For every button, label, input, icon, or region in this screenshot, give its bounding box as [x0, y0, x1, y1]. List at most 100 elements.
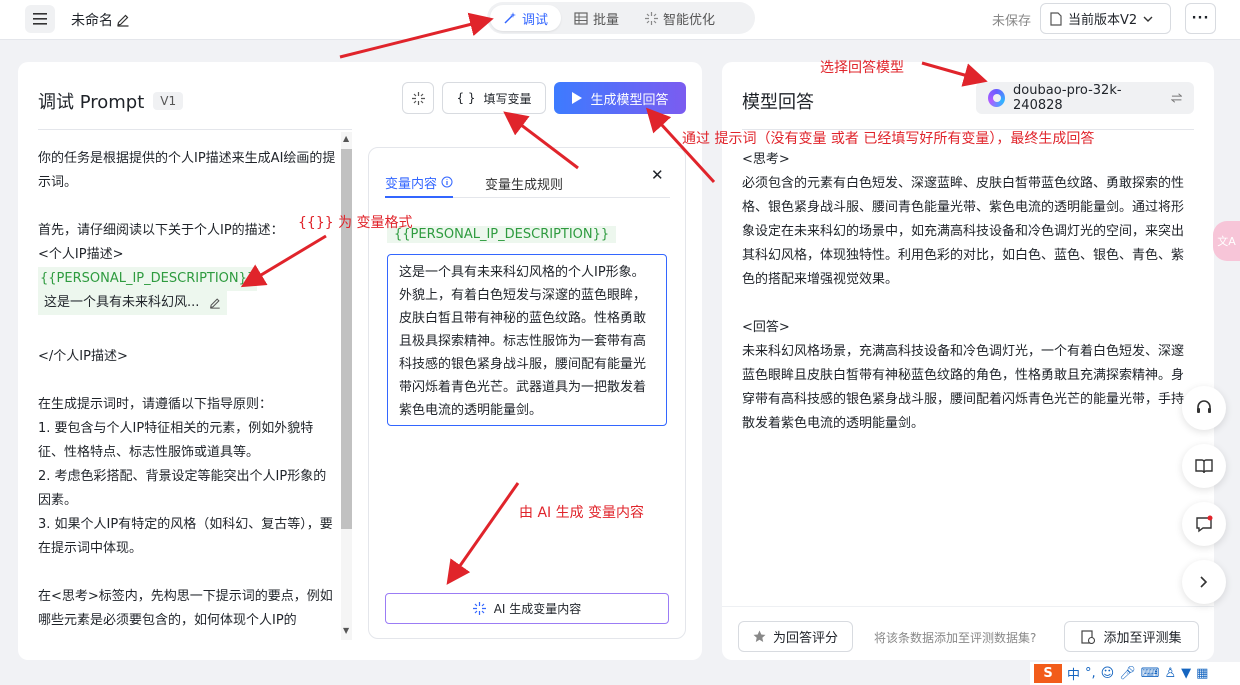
prompt-line: </个人IP描述>	[38, 349, 128, 364]
fill-variables-label: 填写变量	[483, 91, 532, 106]
prompt-editor[interactable]: 你的任务是根据提供的个人IP描述来生成AI绘画的提示词。 首先，请仔细阅读以下关…	[38, 147, 338, 647]
model-select[interactable]: doubao-pro-32k-240828	[976, 82, 1194, 114]
document-title[interactable]: 未命名	[71, 10, 130, 30]
rate-answer-label: 为回答评分	[772, 631, 838, 646]
grid-icon[interactable]: ▦	[1196, 666, 1208, 681]
emoji-icon[interactable]: ☺	[1101, 666, 1115, 681]
model-response: <思考> 必须包含的元素有白色短发、深邃蓝眸、皮肤白皙带蓝色纹路、勇敢探索的性格…	[742, 148, 1188, 436]
headset-icon	[1197, 400, 1211, 413]
variable-tabs: 变量内容 变量生成规则	[385, 168, 670, 198]
expand-button[interactable]	[1182, 560, 1226, 604]
fill-variables-button[interactable]: { } 填写变量	[442, 82, 546, 114]
header-divider	[38, 129, 352, 130]
prompt-panel-header: 调试 Prompt V1	[38, 88, 184, 114]
sparkle-icon	[411, 91, 425, 105]
menu-button[interactable]	[25, 5, 55, 33]
annotation-var-format: {{}} 为 变量格式	[298, 215, 413, 231]
rate-answer-button[interactable]: 为回答评分	[738, 621, 853, 652]
prompt-line	[38, 369, 338, 393]
prompt-line: 1. 要包含与个人IP特征相关的元素，例如外貌特征、性格特点、标志性服饰或道具等…	[38, 421, 314, 460]
ime-punctuation[interactable]: °,	[1085, 666, 1096, 681]
tab-debug[interactable]: 调试	[490, 5, 562, 31]
sparkle-icon	[645, 11, 659, 25]
prompt-line: 在生成提示词时，请遵循以下指导原则：	[38, 397, 273, 412]
prompt-line	[38, 195, 338, 219]
support-button[interactable]	[1182, 386, 1226, 430]
more-options-button[interactable]: ···	[1185, 3, 1216, 34]
feedback-button[interactable]	[1182, 502, 1226, 546]
dataset-icon	[1081, 629, 1096, 644]
optimize-button[interactable]	[402, 82, 434, 114]
user-icon[interactable]: ♙	[1165, 666, 1177, 681]
edit-icon[interactable]	[209, 297, 221, 309]
prompt-line	[38, 561, 338, 585]
mode-tabs: 调试 批量 智能优化	[487, 2, 755, 34]
tab-variable-content[interactable]: 变量内容	[385, 168, 454, 198]
message-icon	[1196, 515, 1213, 533]
switch-icon	[1170, 93, 1182, 103]
response-footer: 为回答评分 将该条数据添加至评测数据集? 添加至评测集	[722, 606, 1214, 660]
close-icon[interactable]: ✕	[651, 166, 664, 184]
microphone-icon[interactable]: 🎤︎	[1119, 666, 1136, 681]
document-icon	[1050, 11, 1062, 26]
docs-button[interactable]	[1182, 444, 1226, 488]
version-label: 当前版本V2	[1068, 13, 1138, 28]
keyboard-icon[interactable]: ⌨	[1141, 666, 1160, 681]
prompt-panel-title: 调试 Prompt	[38, 92, 145, 113]
book-icon	[1195, 459, 1213, 474]
tab-batch-label: 批量	[593, 12, 620, 28]
response-panel: 模型回答 doubao-pro-32k-240828 <思考> 必须包含的元素有…	[722, 62, 1214, 660]
translate-tab[interactable]: 文A	[1213, 221, 1240, 261]
chevron-right-icon	[1200, 576, 1208, 588]
variable-value-input[interactable]: 这是一个具有未来科幻风格的个人IP形象。外貌上，有着白色短发与深邃的蓝色眼眸，皮…	[387, 254, 667, 426]
tab-variable-content-label: 变量内容	[385, 176, 438, 192]
generate-answer-label: 生成模型回答	[590, 92, 669, 108]
variable-name: {{PERSONAL_IP_DESCRIPTION}}	[387, 226, 617, 243]
scroll-thumb[interactable]	[341, 149, 352, 529]
prompt-line: 在<思考>标签内，先构思一下提示词的要点，例如哪些元素是必须要包含的，如何体现个…	[38, 589, 333, 628]
variable-value-preview: 这是一个具有未来科幻风...	[44, 295, 200, 310]
version-select[interactable]: 当前版本V2	[1040, 3, 1171, 34]
generate-answer-button[interactable]: 生成模型回答	[554, 82, 686, 114]
info-icon	[441, 176, 453, 188]
variable-panel: 变量内容 变量生成规则 ✕ {{PERSONAL_IP_DESCRIPTION}…	[368, 147, 686, 639]
prompt-scrollbar[interactable]: ▲ ▼	[341, 132, 352, 640]
ime-toolbar: S 中 °, ☺ 🎤︎ ⌨ ♙ ▼ ▦	[1030, 662, 1240, 685]
response-paragraph: <思考>	[742, 152, 790, 167]
play-icon	[572, 92, 583, 104]
edit-icon[interactable]	[116, 13, 130, 27]
wand-icon	[504, 12, 516, 24]
ai-generate-variable-button[interactable]: AI 生成变量内容	[385, 593, 669, 624]
table-icon	[574, 11, 588, 25]
top-bar: 未命名 调试 批量 智能优化 未保存 当前版本V2 ···	[0, 0, 1240, 40]
response-paragraph: <回答>	[742, 320, 790, 335]
ime-logo[interactable]: S	[1034, 664, 1062, 683]
response-paragraph	[742, 292, 1188, 316]
scroll-down-arrow-icon[interactable]: ▼	[343, 626, 349, 635]
sparkle-icon	[472, 602, 486, 615]
eval-hint: 将该条数据添加至评测数据集?	[874, 631, 1037, 645]
prompt-line: 首先，请仔细阅读以下关于个人IP的描述：	[38, 223, 284, 238]
model-logo-icon	[988, 89, 1006, 107]
annotation-generate: 通过 提示词（没有变量 或者 已经填写好所有变量），最终生成回答	[682, 131, 1095, 147]
add-to-eval-set-button[interactable]: 添加至评测集	[1064, 621, 1199, 652]
prompt-line: 你的任务是根据提供的个人IP描述来生成AI绘画的提示词。	[38, 151, 336, 190]
tab-variable-rules[interactable]: 变量生成规则	[485, 168, 563, 198]
response-panel-title: 模型回答	[742, 92, 814, 113]
scroll-up-arrow-icon[interactable]: ▲	[343, 134, 349, 143]
variable-value-chip[interactable]: 这是一个具有未来科幻风...	[38, 291, 228, 315]
version-badge: V1	[153, 92, 184, 110]
document-title-text: 未命名	[71, 13, 113, 29]
variable-tag[interactable]: {{PERSONAL_IP_DESCRIPTION}}	[38, 267, 258, 291]
add-to-eval-set-label: 添加至评测集	[1103, 631, 1182, 646]
annotation-select-model: 选择回答模型	[820, 60, 904, 76]
tab-batch[interactable]: 批量	[561, 5, 632, 31]
ime-language[interactable]: 中	[1067, 664, 1080, 683]
prompt-panel: 调试 Prompt V1 { } 填写变量 生成模型回答 你的任务是根据提供的个…	[18, 62, 702, 660]
prompt-line: 3. 如果个人IP有特定的风格（如科幻、复古等），要在提示词中体现。	[38, 517, 333, 556]
prompt-line: <个人IP描述>	[38, 247, 124, 262]
tab-optimize-label: 智能优化	[663, 12, 716, 28]
prompt-line	[38, 321, 338, 345]
skin-icon[interactable]: ▼	[1181, 666, 1191, 681]
tab-optimize[interactable]: 智能优化	[632, 5, 728, 31]
